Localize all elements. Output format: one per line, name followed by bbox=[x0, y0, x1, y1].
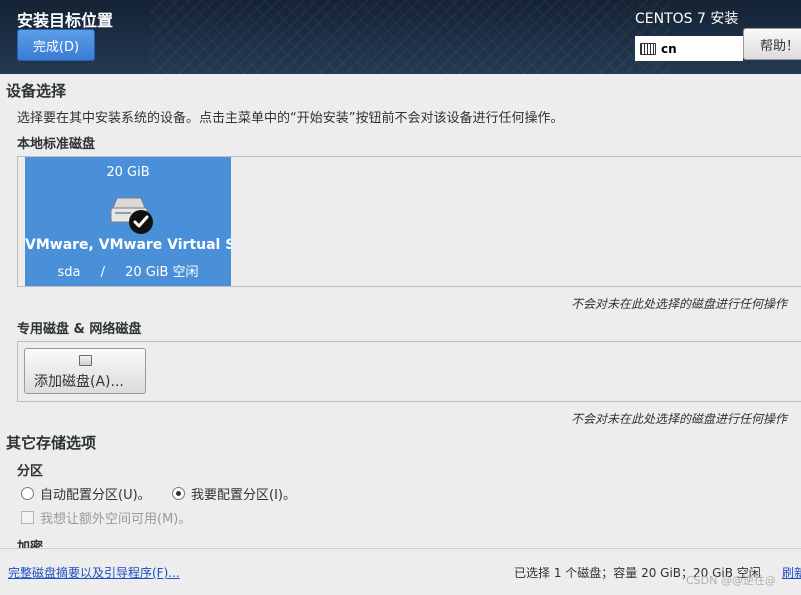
specialized-disks-title: 专用磁盘 & 网络磁盘 bbox=[17, 322, 142, 337]
extra-space-label: 我想让额外空间可用(M)。 bbox=[40, 512, 192, 527]
harddisk-icon bbox=[79, 355, 92, 366]
specialized-disks-note: 不会对未在此处选择的磁盘进行任何操作 bbox=[571, 412, 788, 426]
device-selection-description: 选择要在其中安装系统的设备。点击主菜单中的“开始安装”按钮前不会对该设备进行任何… bbox=[17, 111, 564, 126]
header-pattern bbox=[150, 0, 670, 74]
refresh-link[interactable]: 刷新 bbox=[782, 564, 801, 581]
manual-partition-radio[interactable] bbox=[172, 487, 185, 500]
keyboard-icon bbox=[640, 42, 656, 55]
partitioning-title: 分区 bbox=[17, 464, 44, 479]
auto-partition-option[interactable]: 自动配置分区(U)。 bbox=[21, 484, 151, 503]
watermark-text: CSDN @@逆往@ bbox=[686, 574, 776, 587]
page-title: 安装目标位置 bbox=[17, 11, 114, 30]
disk-detail: sda / 20 GiB 空闲 bbox=[25, 261, 231, 280]
disk-free-space: 20 GiB 空闲 bbox=[125, 265, 199, 280]
add-disk-label: 添加磁盘(A)... bbox=[34, 374, 124, 390]
help-button[interactable]: 帮助！ bbox=[743, 28, 801, 60]
manual-partition-label: 我要配置分区(I)。 bbox=[191, 488, 296, 503]
disk-name: VMware, VMware Virtual S bbox=[25, 237, 231, 253]
local-disks-note: 不会对未在此处选择的磁盘进行任何操作 bbox=[571, 297, 788, 311]
keyboard-layout-indicator[interactable]: cn bbox=[635, 36, 743, 61]
disk-device: sda bbox=[57, 265, 81, 280]
keyboard-layout-label: cn bbox=[661, 41, 677, 56]
disk-size: 20 GiB bbox=[106, 165, 150, 180]
header-bar: 安装目标位置 完成(D) CENTOS 7 安装 cn 帮助！ bbox=[0, 0, 801, 74]
local-disks-title: 本地标准磁盘 bbox=[17, 137, 96, 152]
disk-tile-sda[interactable]: 20 GiB VMware, VMware Virtual S sda / 20… bbox=[25, 157, 231, 286]
add-disk-button[interactable]: 添加磁盘(A)... bbox=[24, 348, 146, 394]
disk-separator: / bbox=[100, 265, 105, 280]
encryption-title: 加密 bbox=[17, 540, 44, 548]
device-selection-title: 设备选择 bbox=[6, 82, 67, 100]
disk-summary-link[interactable]: 完整磁盘摘要以及引导程序(F)... bbox=[8, 564, 180, 581]
done-button[interactable]: 完成(D) bbox=[17, 29, 95, 61]
product-title: CENTOS 7 安装 bbox=[635, 11, 739, 27]
other-storage-title: 其它存储选项 bbox=[6, 434, 97, 452]
manual-partition-option[interactable]: 我要配置分区(I)。 bbox=[172, 484, 296, 503]
harddisk-checked-icon bbox=[110, 197, 153, 234]
auto-partition-label: 自动配置分区(U)。 bbox=[40, 488, 151, 503]
extra-space-checkbox[interactable] bbox=[21, 511, 34, 524]
footer-bar: 完整磁盘摘要以及引导程序(F)... 已选择 1 个磁盘；容量 20 GiB；2… bbox=[0, 548, 801, 595]
extra-space-option[interactable]: 我想让额外空间可用(M)。 bbox=[21, 508, 191, 527]
auto-partition-radio[interactable] bbox=[21, 487, 34, 500]
